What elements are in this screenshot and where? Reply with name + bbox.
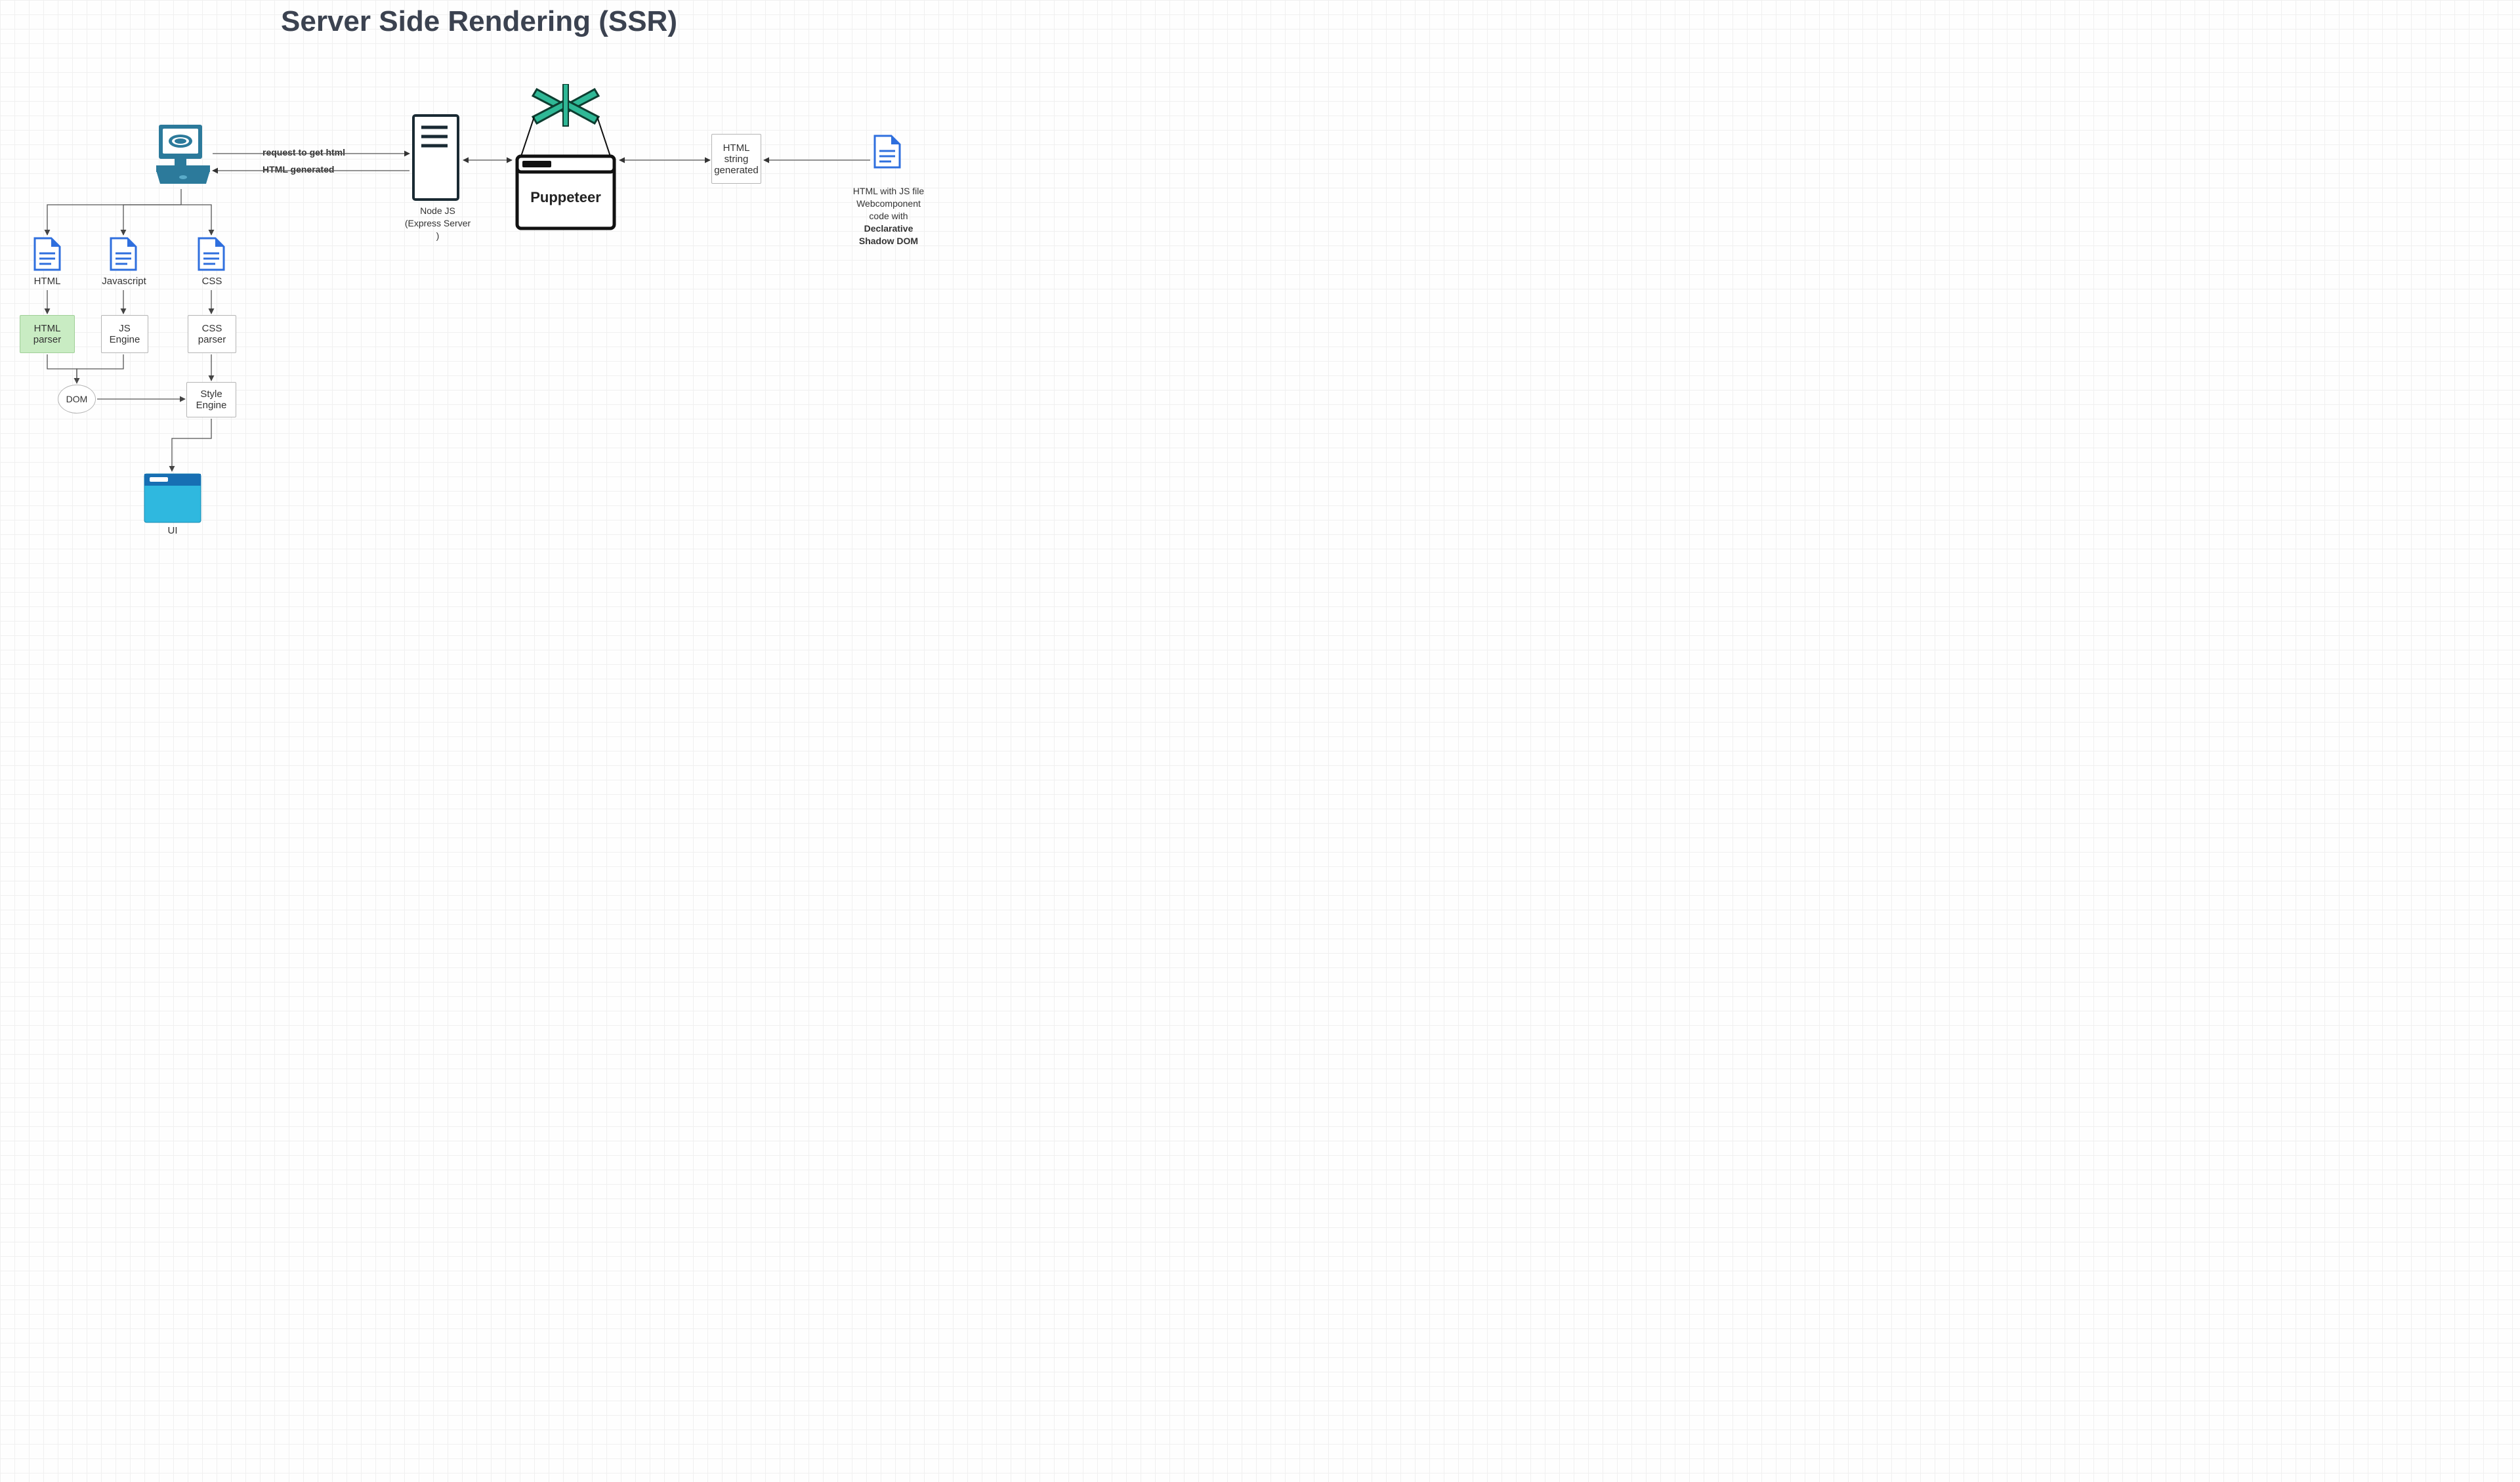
html-file-label: HTML <box>26 276 68 287</box>
ui-window-icon <box>143 473 202 527</box>
html-parser-box: HTML parser <box>20 315 75 353</box>
js-engine-box: JS Engine <box>101 315 148 353</box>
dom-node: DOM <box>58 385 96 413</box>
style-engine-box: Style Engine <box>186 382 236 417</box>
css-file-icon <box>197 236 226 275</box>
css-file-label: CSS <box>194 276 230 287</box>
css-parser-box: CSS parser <box>188 315 236 353</box>
ui-label: UI <box>163 525 182 536</box>
js-file-label: Javascript <box>98 276 150 287</box>
html-file-icon <box>33 236 62 275</box>
js-file-icon <box>109 236 138 275</box>
